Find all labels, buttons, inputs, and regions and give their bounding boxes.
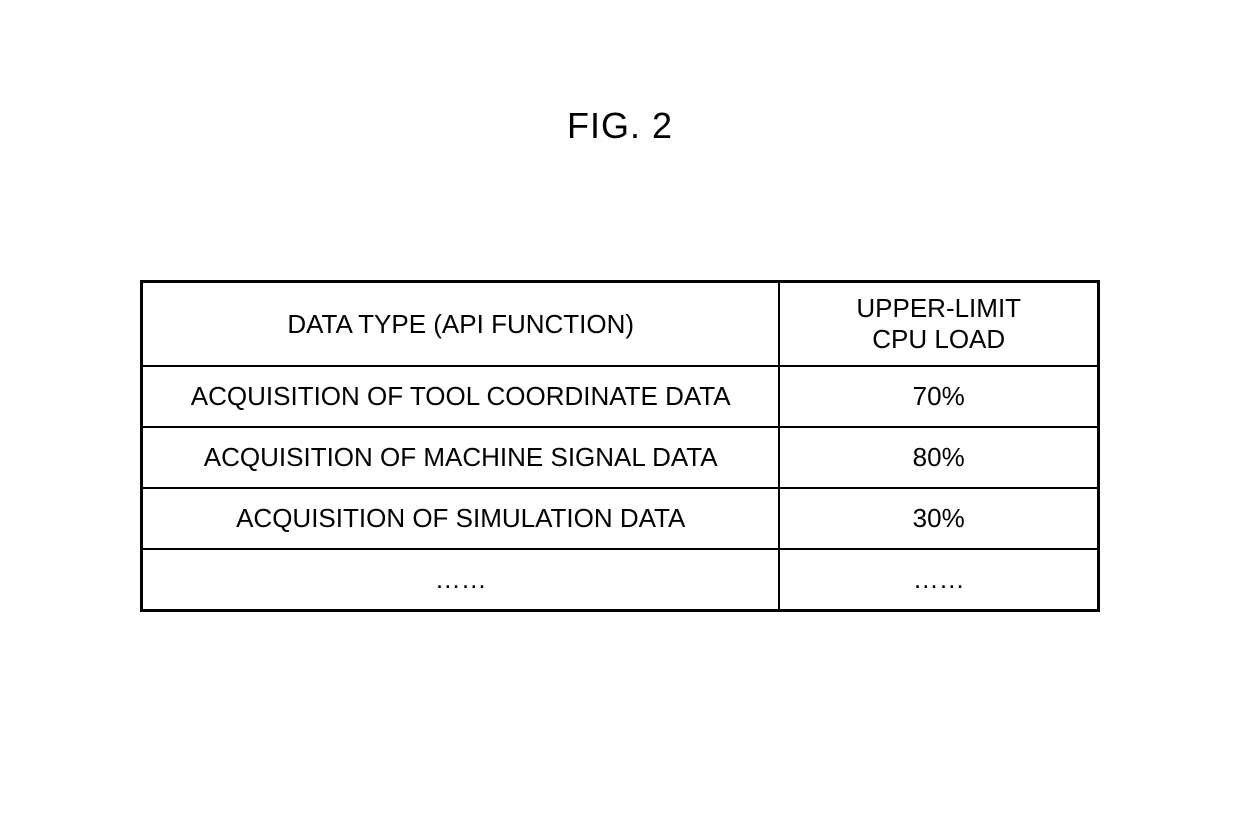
cell-upper-limit: 80% [779, 427, 1098, 488]
cell-data-type: …… [142, 549, 780, 611]
data-table: DATA TYPE (API FUNCTION) UPPER-LIMITCPU … [140, 280, 1100, 612]
cell-upper-limit: …… [779, 549, 1098, 611]
cell-data-type: ACQUISITION OF MACHINE SIGNAL DATA [142, 427, 780, 488]
cell-upper-limit: 30% [779, 488, 1098, 549]
table-row: ACQUISITION OF MACHINE SIGNAL DATA 80% [142, 427, 1099, 488]
table-row: ACQUISITION OF SIMULATION DATA 30% [142, 488, 1099, 549]
table-row: …… …… [142, 549, 1099, 611]
figure-label: FIG. 2 [0, 105, 1240, 147]
cell-data-type: ACQUISITION OF TOOL COORDINATE DATA [142, 366, 780, 427]
cell-data-type: ACQUISITION OF SIMULATION DATA [142, 488, 780, 549]
header-upper-limit: UPPER-LIMITCPU LOAD [779, 282, 1098, 367]
cell-upper-limit: 70% [779, 366, 1098, 427]
table-header-row: DATA TYPE (API FUNCTION) UPPER-LIMITCPU … [142, 282, 1099, 367]
table-row: ACQUISITION OF TOOL COORDINATE DATA 70% [142, 366, 1099, 427]
header-data-type: DATA TYPE (API FUNCTION) [142, 282, 780, 367]
page: FIG. 2 DATA TYPE (API FUNCTION) UPPER-LI… [0, 0, 1240, 815]
